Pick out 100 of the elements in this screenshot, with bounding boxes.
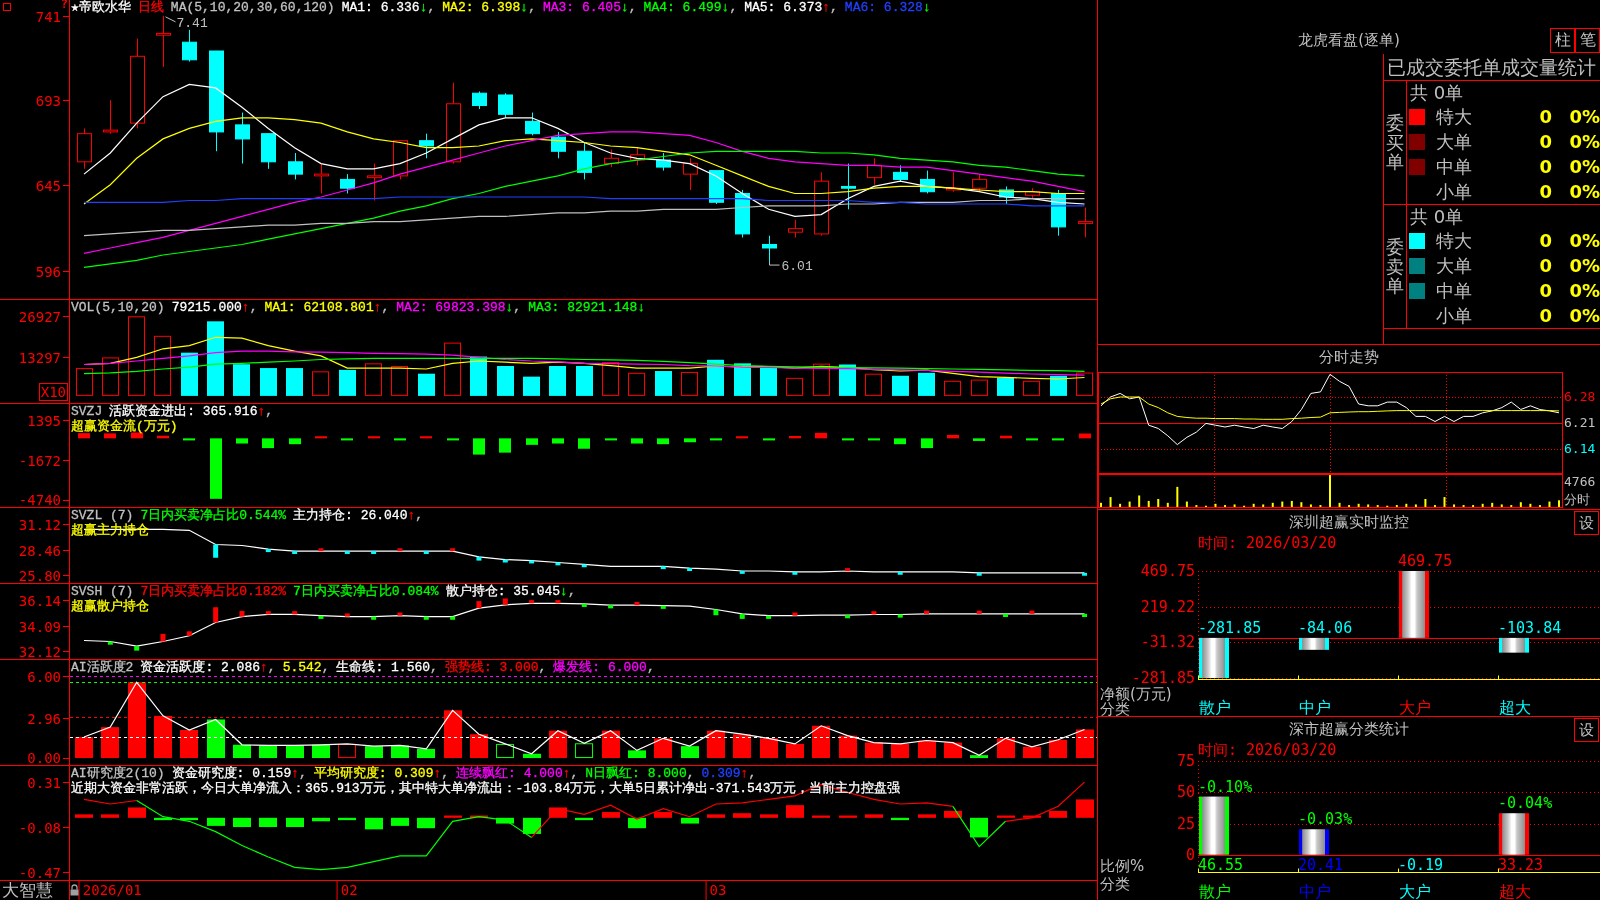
candlestick [77,127,92,170]
brand-name: 大智慧 [2,881,53,900]
legend-text: 资金研究度: 0.159↑, [171,766,307,781]
change-mark [1082,613,1088,617]
change-mark [871,611,877,615]
legend-text: 平均研究度: 0.309↑, [313,766,450,781]
fund-flow-bar [605,438,617,441]
candlestick [630,147,645,166]
candlestick [156,15,171,68]
axis-label: 26927 [18,309,61,324]
research-bar [575,817,593,821]
activity-bar [444,710,462,759]
candlestick [472,90,487,110]
change-mark [344,551,350,554]
fund-flow-bar [552,438,564,444]
research-bar [865,814,883,818]
change-mark [134,646,140,651]
fund-flow-bar [868,438,880,441]
category-label: 散户 [1199,700,1231,716]
fund-flow-bar [236,438,248,444]
fund-flow-bar [447,438,459,441]
research-bar [365,817,383,830]
candlestick [709,170,724,205]
candlestick [1051,189,1066,237]
activity-bar [602,730,620,759]
legend-text: SVZJ [71,404,103,419]
change-label: -0.10% [1198,778,1253,795]
fund-flow-bar [131,432,143,439]
axis-label: 31.12 [18,517,61,532]
change-mark [529,560,535,564]
change-mark [160,633,166,642]
research-bar [259,817,277,828]
fund-flow-bar [763,438,775,441]
activity-bar [470,734,488,759]
activity-bar [207,719,225,759]
change-mark [186,631,192,636]
panel-title: 龙虎看盘(逐单) [1298,31,1400,50]
change-mark [581,564,587,568]
change-label: -0.04% [1498,795,1553,812]
change-mark [265,611,271,615]
volume-bar [839,364,856,396]
category-label: 大户 [1399,700,1431,716]
research-bar [523,817,541,834]
change-mark [660,566,666,570]
change-mark [845,568,851,571]
activity-bar [944,742,962,759]
change-mark [976,572,982,576]
axis-label: 219.22 [1140,598,1195,615]
axis-label: 1395 [27,413,61,428]
settings-button[interactable]: 设 [1574,511,1599,535]
activity-bar [180,730,198,759]
fund-flow-bar [921,438,933,449]
fund-flow-bar [210,438,222,499]
scale-label: 4766 [1564,475,1596,489]
view-button[interactable]: 笔 [1575,28,1600,53]
research-bar [312,817,330,822]
order-size-label: 中单 [1436,278,1473,303]
research-bar [444,815,462,818]
axis-label: 6.14 [1564,441,1596,456]
axis-label: 741 [35,8,61,23]
share-bar [1199,796,1229,855]
candlestick [867,157,882,186]
research-bar [733,813,751,818]
legend-text: SVSH (7) [71,584,134,599]
change-mark [107,641,113,645]
change-mark [897,614,903,618]
volume-bar [154,335,171,396]
volume-bar [418,373,435,396]
volume-bar [312,371,329,396]
legend-text: MA3: 6.405↓, [542,0,637,15]
activity-bar [154,715,172,759]
order-share: 0% [1569,255,1600,276]
axis-label: 469.75 [1140,563,1195,579]
axis-label: 0.00 [27,750,61,764]
fund-flow-bar [289,438,301,445]
net-amount-bar [1199,637,1229,678]
legend-text: 5.542, [282,660,330,675]
research-bar [128,807,146,818]
change-mark [766,615,772,619]
fund-flow-bar [183,438,195,441]
activity-bar [233,744,251,759]
candlestick [920,170,935,194]
candlestick [893,164,908,182]
activity-bar [101,727,119,759]
legend-text: 7日内买卖净占比0.544% [140,508,287,523]
fund-flow-bar [1079,433,1091,439]
legend-text: 日线 [137,0,164,15]
date-label: 02 [336,881,358,900]
volume-bar [549,366,566,396]
activity-bar [865,742,883,759]
research-bar [944,810,962,818]
view-button[interactable]: 柱 [1550,28,1575,53]
activity-bar [760,738,778,759]
candlestick [235,112,250,165]
settings-button[interactable]: 设 [1574,718,1599,742]
candlestick [1025,187,1040,200]
fund-flow-bar [973,438,985,441]
volume-bar [707,359,724,396]
group-label: 委买单 [1386,112,1404,173]
annotation: 6.01 [781,259,813,275]
